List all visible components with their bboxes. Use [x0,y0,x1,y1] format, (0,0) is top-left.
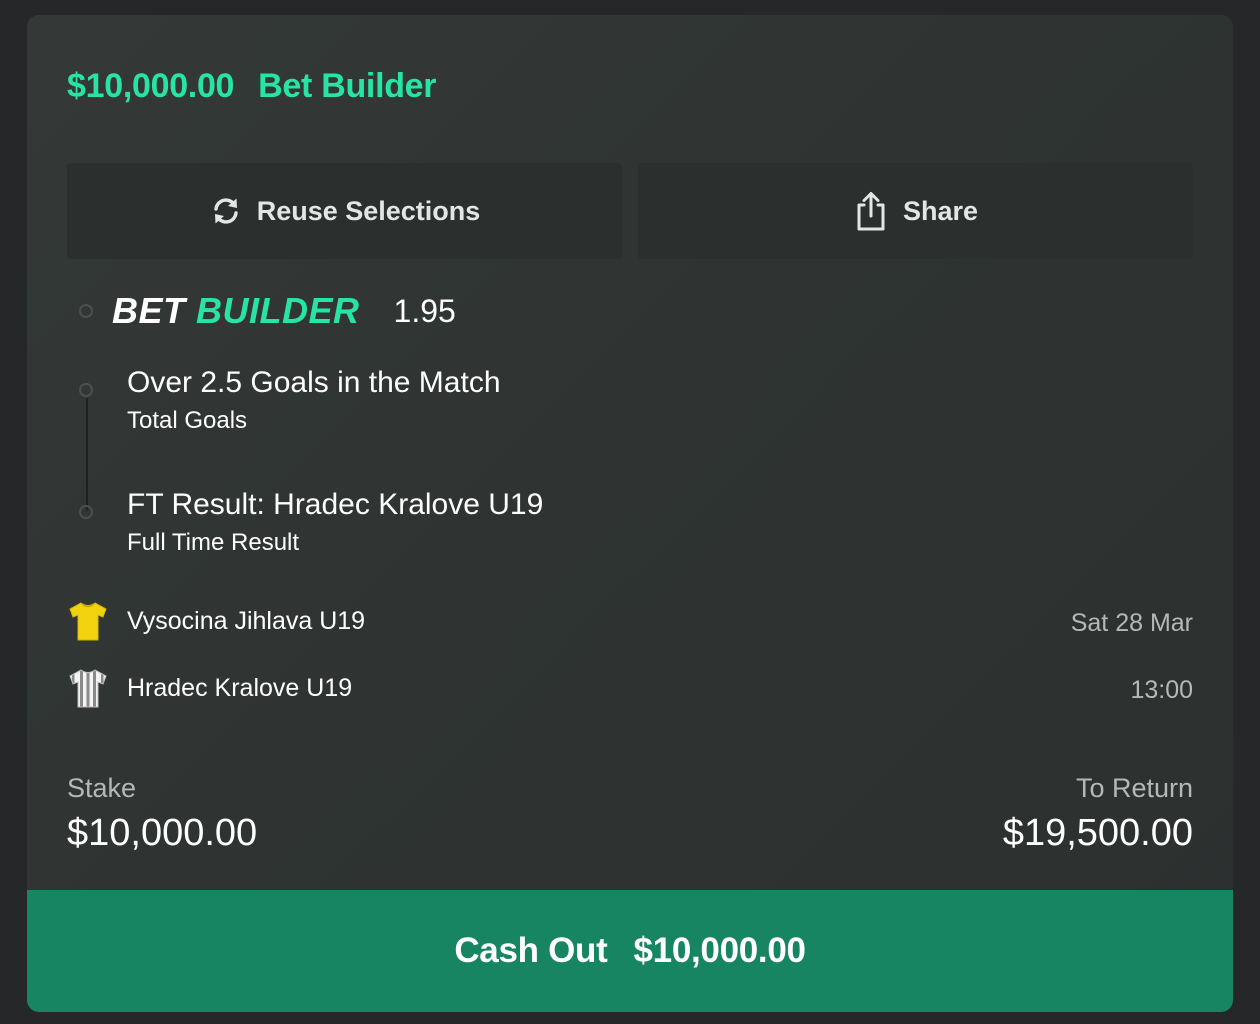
cash-out-button[interactable]: Cash Out $10,000.00 [27,890,1233,1012]
home-team-row: Vysocina Jihlava U19 [67,600,365,642]
cash-out-label: Cash Out [454,931,608,970]
header-stake-amount: $10,000.00 [67,67,235,105]
bet-card: $10,000.00 Bet Builder Reuse Selections [27,15,1233,1012]
return-block: To Return $19,500.00 [1003,773,1193,855]
event-time: 13:00 [1130,676,1193,704]
reuse-selections-button[interactable]: Reuse Selections [67,163,622,259]
selection-dot [79,505,93,519]
home-team-name: Vysocina Jihlava U19 [127,606,366,635]
away-team-name: Hradec Kralove U19 [127,673,353,702]
selection-dot [79,383,93,397]
stake-block: Stake $10,000.00 [67,773,257,855]
away-team-row: Hradec Kralove U19 [67,667,352,709]
bet-builder-odds: 1.95 [393,292,456,329]
yellow-shirt-icon [67,600,109,642]
share-label: Share [902,195,979,226]
cash-out-amount: $10,000.00 [633,931,806,970]
bet-builder-row: BET BUILDER 1.95 [79,290,456,332]
selection-market: Total Goals [127,407,248,434]
return-label: To Return [1075,773,1193,803]
stake-label: Stake [67,773,137,803]
selection-connector-line [86,398,88,510]
selection-title: Over 2.5 Goals in the Match [127,366,501,399]
share-icon [853,190,889,232]
selection-item: Over 2.5 Goals in the Match Total Goals [127,365,501,435]
bet-header: $10,000.00 Bet Builder [67,67,437,106]
share-button[interactable]: Share [638,163,1193,259]
bet-actions: Reuse Selections Share [67,163,1193,259]
selection-market: Full Time Result [127,529,300,556]
bet-builder-dot [79,304,93,318]
selection-title: FT Result: Hradec Kralove U19 [127,488,544,521]
stake-value: $10,000.00 [67,812,258,854]
event-date: Sat 28 Mar [1070,609,1193,637]
bet-builder-logo: BET BUILDER [112,290,360,331]
selection-item: FT Result: Hradec Kralove U19 Full Time … [127,487,543,557]
reuse-selections-label: Reuse Selections [256,195,481,226]
header-bet-type: Bet Builder [258,67,437,105]
return-value: $19,500.00 [1002,812,1193,854]
refresh-icon [209,194,243,228]
striped-shirt-icon [67,667,109,709]
